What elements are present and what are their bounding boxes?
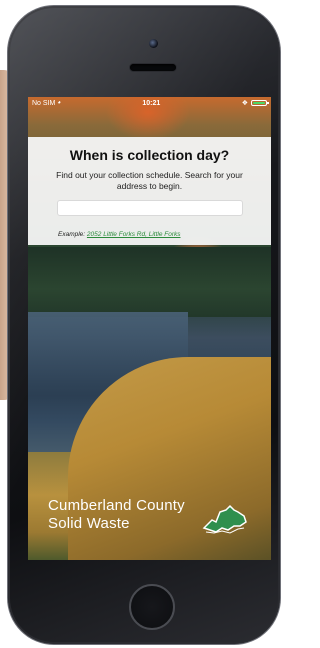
brand-line-2: Solid Waste xyxy=(48,515,130,532)
address-search-input[interactable] xyxy=(56,200,243,216)
brand-line-1: Cumberland County xyxy=(48,497,185,514)
home-button[interactable] xyxy=(129,584,175,630)
bluetooth-icon: ❖ xyxy=(241,100,248,107)
front-camera-icon xyxy=(149,39,158,48)
status-right: ❖ xyxy=(241,99,269,107)
wifi-icon: ◕ xyxy=(57,100,61,106)
earpiece-speaker xyxy=(130,64,176,71)
carrier-label: No SIM xyxy=(32,99,56,107)
brand-title: Cumberland County Solid Waste xyxy=(48,497,185,533)
example-address-link[interactable]: 2052 Little Forks Rd, Little Forks xyxy=(87,231,181,238)
app-screen: No SIM ◕ 10:21 ❖ When is collection day?… xyxy=(28,97,271,560)
county-map-logo-icon xyxy=(202,504,247,534)
intro-text: Find out your collection schedule. Searc… xyxy=(56,170,243,191)
clock: 10:21 xyxy=(142,99,161,107)
status-left: No SIM ◕ xyxy=(32,100,61,107)
background-trees xyxy=(28,247,271,317)
example-label: Example: xyxy=(58,231,86,238)
example-line: Example: 2052 Little Forks Rd, Little Fo… xyxy=(58,231,181,238)
status-bar: No SIM ◕ 10:21 ❖ xyxy=(28,97,271,109)
search-card: When is collection day? Find out your co… xyxy=(28,137,271,245)
battery-icon xyxy=(251,100,269,106)
page-title: When is collection day? xyxy=(69,147,230,163)
